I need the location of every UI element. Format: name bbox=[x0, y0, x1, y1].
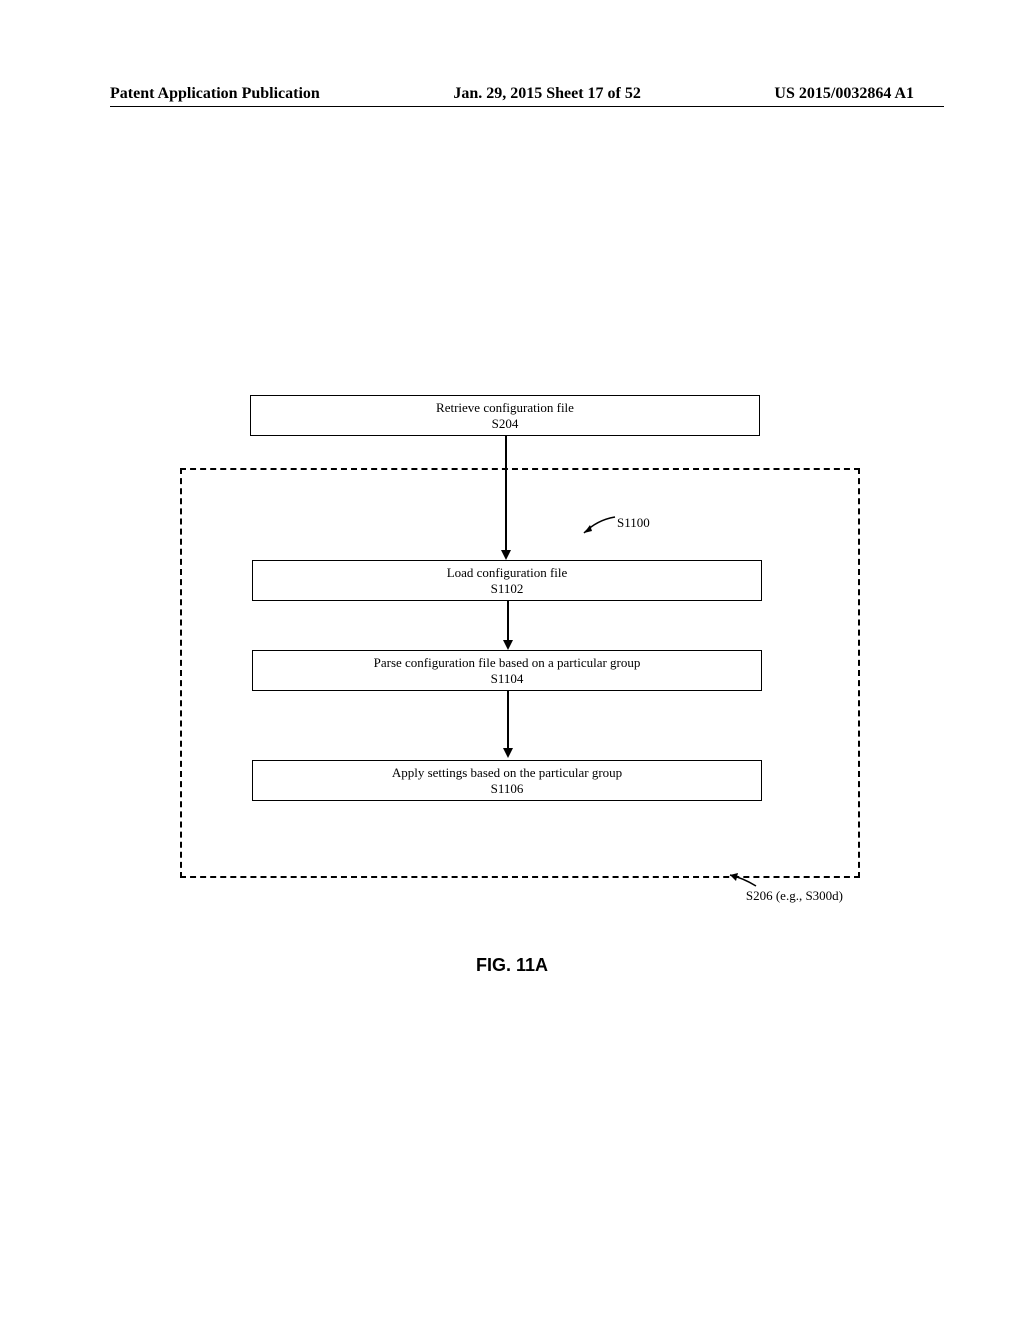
box-s1106: Apply settings based on the particular g… bbox=[252, 760, 762, 801]
dashed-group-box: S1100 Load configuration file S1102 Pars… bbox=[180, 468, 860, 878]
box-s1102-code: S1102 bbox=[253, 581, 761, 597]
arrow-s1104-to-s1106 bbox=[507, 690, 509, 748]
header-center: Jan. 29, 2015 Sheet 17 of 52 bbox=[453, 85, 641, 103]
arrowhead-s1104-to-s1106 bbox=[503, 748, 513, 758]
flowchart-diagram: Retrieve configuration file S204 S1100 L… bbox=[180, 395, 860, 878]
box-s1104-title: Parse configuration file based on a part… bbox=[253, 655, 761, 671]
callout-arrow-s1100 bbox=[582, 515, 617, 535]
box-s1106-title: Apply settings based on the particular g… bbox=[253, 765, 761, 781]
box-s1102-title: Load configuration file bbox=[253, 565, 761, 581]
page-header: Patent Application Publication Jan. 29, … bbox=[0, 85, 1024, 103]
header-divider bbox=[110, 106, 944, 107]
annotation-s206: S206 (e.g., S300d) bbox=[746, 888, 843, 904]
box-s1106-code: S1106 bbox=[253, 781, 761, 797]
header-right: US 2015/0032864 A1 bbox=[774, 85, 914, 103]
box-s1102: Load configuration file S1102 bbox=[252, 560, 762, 601]
callout-arrow-s206 bbox=[728, 873, 758, 888]
box-s204-code: S204 bbox=[251, 416, 759, 432]
box-s1104: Parse configuration file based on a part… bbox=[252, 650, 762, 691]
header-left: Patent Application Publication bbox=[110, 85, 320, 103]
arrowhead-s1102-to-s1104 bbox=[503, 640, 513, 650]
box-s204: Retrieve configuration file S204 bbox=[250, 395, 760, 436]
box-s204-title: Retrieve configuration file bbox=[251, 400, 759, 416]
figure-label: FIG. 11A bbox=[0, 955, 1024, 976]
box-s1104-code: S1104 bbox=[253, 671, 761, 687]
annotation-s1100: S1100 bbox=[617, 515, 650, 531]
arrow-s1102-to-s1104 bbox=[507, 600, 509, 640]
